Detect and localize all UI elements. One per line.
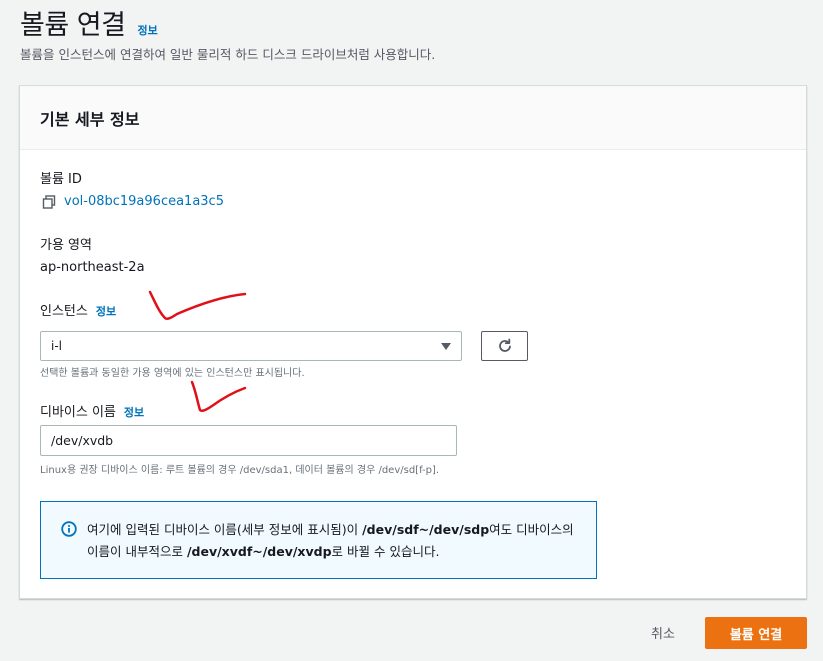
volume-id-link[interactable]: vol-08bc19a96cea1a3c5 [42, 194, 224, 209]
attach-volume-button[interactable]: 볼륨 연결 [705, 617, 807, 649]
alert-text-bold1: /dev/sdf~/dev/sdp [362, 522, 490, 537]
instance-label-row: 인스턴스 정보 [40, 300, 116, 319]
device-label-row: 디바이스 이름 정보 [40, 401, 144, 420]
device-info-link[interactable]: 정보 [124, 404, 144, 420]
instance-hint: 선택한 볼륨과 동일한 가용 영역에 있는 인스턴스만 표시됩니다. [40, 368, 305, 379]
page-title: 볼륨 연결 [20, 10, 126, 41]
panel-title: 기본 세부 정보 [40, 109, 140, 129]
info-alert: 여기에 입력된 디바이스 이름(세부 정보에 표시됨)이 /dev/sdf~/d… [40, 501, 597, 579]
copy-icon[interactable] [42, 194, 56, 209]
volume-id-value[interactable]: vol-08bc19a96cea1a3c5 [64, 194, 224, 209]
availability-zone-label: 가용 영역 [40, 238, 92, 253]
alert-text-part1: 여기에 입력된 디바이스 이름(세부 정보에 표시됨)이 [87, 522, 363, 537]
panel-header: 기본 세부 정보 [20, 86, 806, 150]
page-header: 볼륨 연결 정보 [20, 3, 158, 42]
page-description: 볼륨을 인스턴스에 연결하여 일반 물리적 하드 디스크 드라이브처럼 사용합니… [20, 47, 436, 62]
device-hint: Linux용 권장 디바이스 이름: 루트 볼륨의 경우 /dev/sda1, … [40, 465, 440, 476]
caret-down-icon [441, 342, 451, 350]
instance-label: 인스턴스 [40, 304, 88, 319]
instance-select-value: i-l [51, 339, 62, 353]
instance-select[interactable]: i-l [40, 331, 462, 361]
alert-text-bold2: /dev/xvdf~/dev/xvdp [186, 544, 332, 559]
refresh-instances-button[interactable] [481, 331, 528, 361]
device-name-input[interactable] [40, 425, 457, 456]
device-label: 디바이스 이름 [40, 405, 116, 420]
basic-details-panel: 기본 세부 정보 볼륨 ID vol-08bc19a96cea1a3c5 가용 … [19, 85, 807, 599]
availability-zone-value: ap-northeast-2a [40, 260, 145, 275]
alert-text-part3: 로 바뀔 수 있습니다. [331, 544, 440, 559]
attach-volume-page: 볼륨 연결 정보 볼륨을 인스턴스에 연결하여 일반 물리적 하드 디스크 드라… [0, 0, 823, 661]
instance-info-link[interactable]: 정보 [96, 303, 116, 319]
info-icon [61, 521, 77, 537]
alert-text: 여기에 입력된 디바이스 이름(세부 정보에 표시됨)이 /dev/sdf~/d… [87, 519, 580, 578]
volume-id-label: 볼륨 ID [40, 172, 82, 187]
refresh-icon [498, 338, 511, 352]
cancel-button[interactable]: 취소 [636, 617, 690, 647]
header-info-link[interactable]: 정보 [137, 22, 157, 38]
